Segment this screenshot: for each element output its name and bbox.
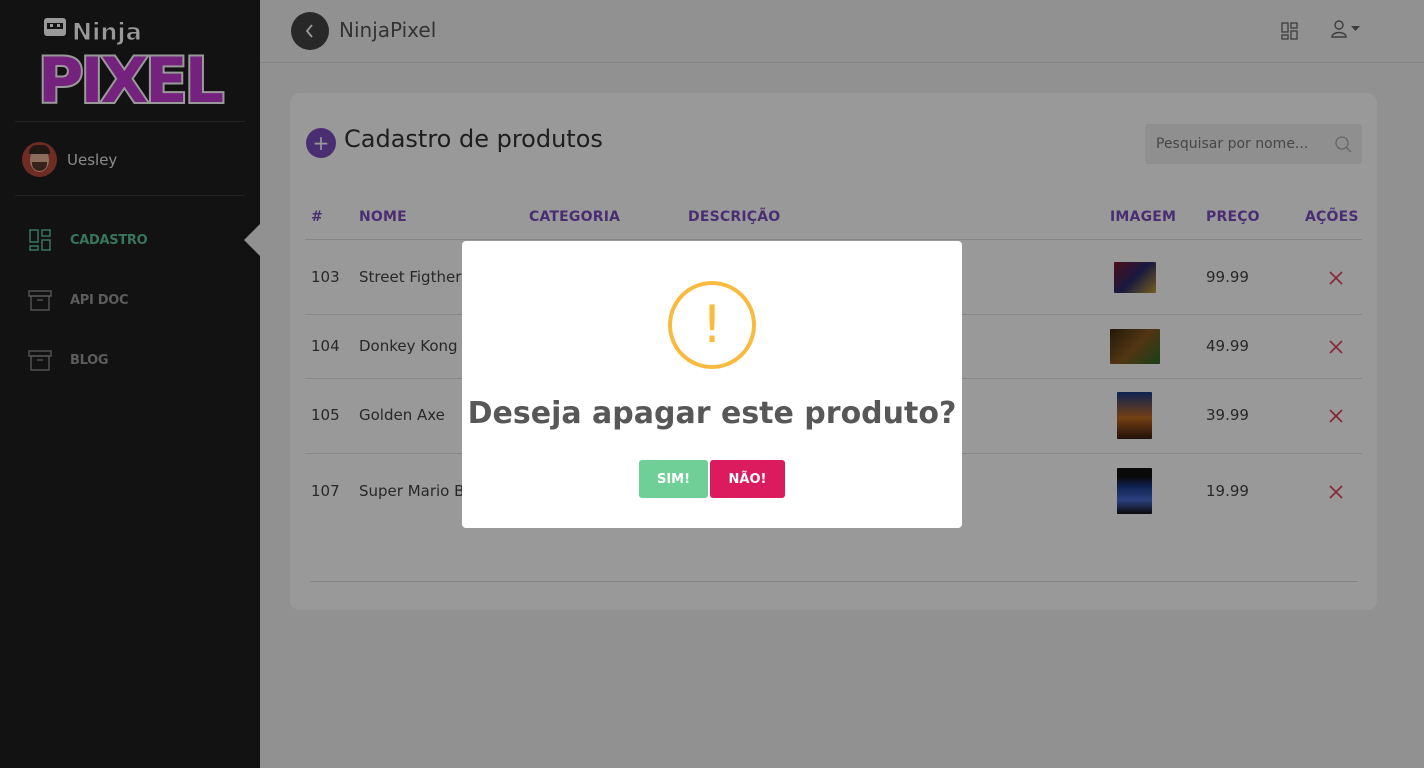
warning-icon: !: [668, 281, 756, 369]
cancel-button[interactable]: NÃO!: [710, 460, 785, 498]
confirm-button[interactable]: SIM!: [639, 460, 708, 498]
confirm-delete-dialog: ! Deseja apagar este produto? SIM! NÃO!: [462, 241, 962, 528]
dialog-title: Deseja apagar este produto?: [467, 396, 957, 431]
